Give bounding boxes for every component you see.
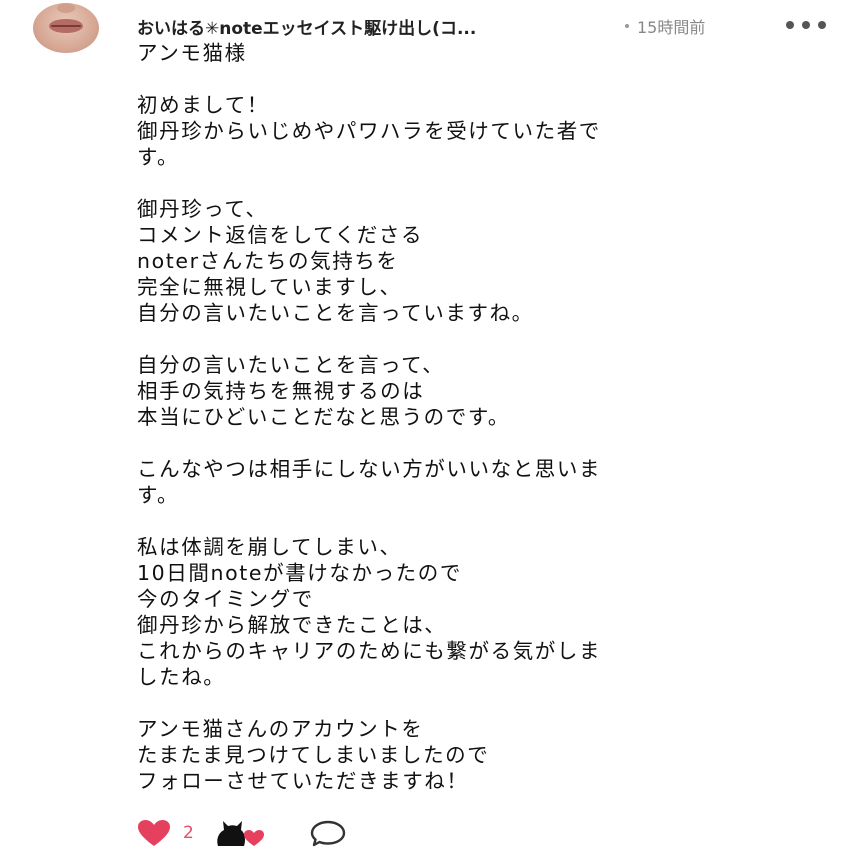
comment-text-line: 10日間noteが書けなかったので <box>137 561 462 585</box>
comment-body: アンモ猫様 初めまして！ 御丹珍からいじめやパワハラを受けていた者で す。 御丹珍って、… <box>137 40 777 794</box>
comment-text-line: これからのキャリアのためにも繋がる気がしま <box>137 639 602 663</box>
author-name[interactable]: おいはる✳︎noteエッセイスト駆け出し(コ... <box>137 14 607 39</box>
comment-text-line: こんなやつは相手にしない方がいいなと思いま <box>137 457 602 481</box>
speech-bubble-icon <box>310 820 346 847</box>
comment-text-line: 初めまして！ <box>137 93 269 117</box>
comment-text-line: す。 <box>137 145 180 169</box>
like-button[interactable]: 2 <box>137 819 194 847</box>
comment-text-line: たまたま見つけてしまいましたので <box>137 743 490 767</box>
separator-dot <box>625 24 629 28</box>
comment-text-line: 今のタイミングで <box>137 587 314 611</box>
like-count: 2 <box>183 823 194 843</box>
comment-timestamp: 15時間前 <box>637 18 706 37</box>
comment-text-line: 御丹珍から解放できたことは、 <box>137 613 447 637</box>
comment-text-line: アンモ猫様 <box>137 41 247 65</box>
comment-text-line: 御丹珍って、 <box>137 197 268 221</box>
comment-text-line: 相手の気持ちを無視するのは <box>137 379 425 403</box>
more-dots-icon <box>802 21 810 29</box>
comment-text-line: す。 <box>137 483 180 507</box>
comment-text-line: 本当にひどいことだなと思うのです。 <box>137 405 511 429</box>
reply-button[interactable] <box>308 819 348 847</box>
more-dots-icon <box>786 21 794 29</box>
avatar-face-shadow <box>57 3 75 13</box>
comment-text-line: noterさんたちの気持ちを <box>137 249 399 273</box>
comment-text-line: アンモ猫さんのアカウントを <box>137 717 424 741</box>
comment-text-line: 完全に無視していますし、 <box>137 275 402 299</box>
creator-like-badge <box>214 818 266 848</box>
comment-text-line: 私は体調を崩してしまい、 <box>137 535 402 559</box>
comment-text-line: 御丹珍からいじめやパワハラを受けていた者で <box>137 119 601 143</box>
comment-actions: 2 <box>137 818 348 848</box>
avatar-mouth-line <box>51 25 81 27</box>
avatar[interactable] <box>33 3 99 53</box>
heart-icon <box>138 820 170 846</box>
comment-card: おいはる✳︎noteエッセイスト駆け出し(コ... 15時間前 アンモ猫様初めま… <box>0 0 864 864</box>
cat-heart-icon <box>217 821 264 846</box>
comment-text-line: 自分の言いたいことを言っていますね。 <box>137 301 534 325</box>
comment-text-line: フォローさせていただきますね！ <box>137 769 469 793</box>
comment-text-line: 自分の言いたいことを言って、 <box>137 353 445 377</box>
comment-text-line: コメント返信をしてくださる <box>137 223 424 247</box>
more-options-button[interactable] <box>786 14 826 36</box>
comment-header: おいはる✳︎noteエッセイスト駆け出し(コ... 15時間前 <box>137 12 705 40</box>
more-dots-icon <box>818 21 826 29</box>
comment-text-line: したね。 <box>137 665 226 689</box>
